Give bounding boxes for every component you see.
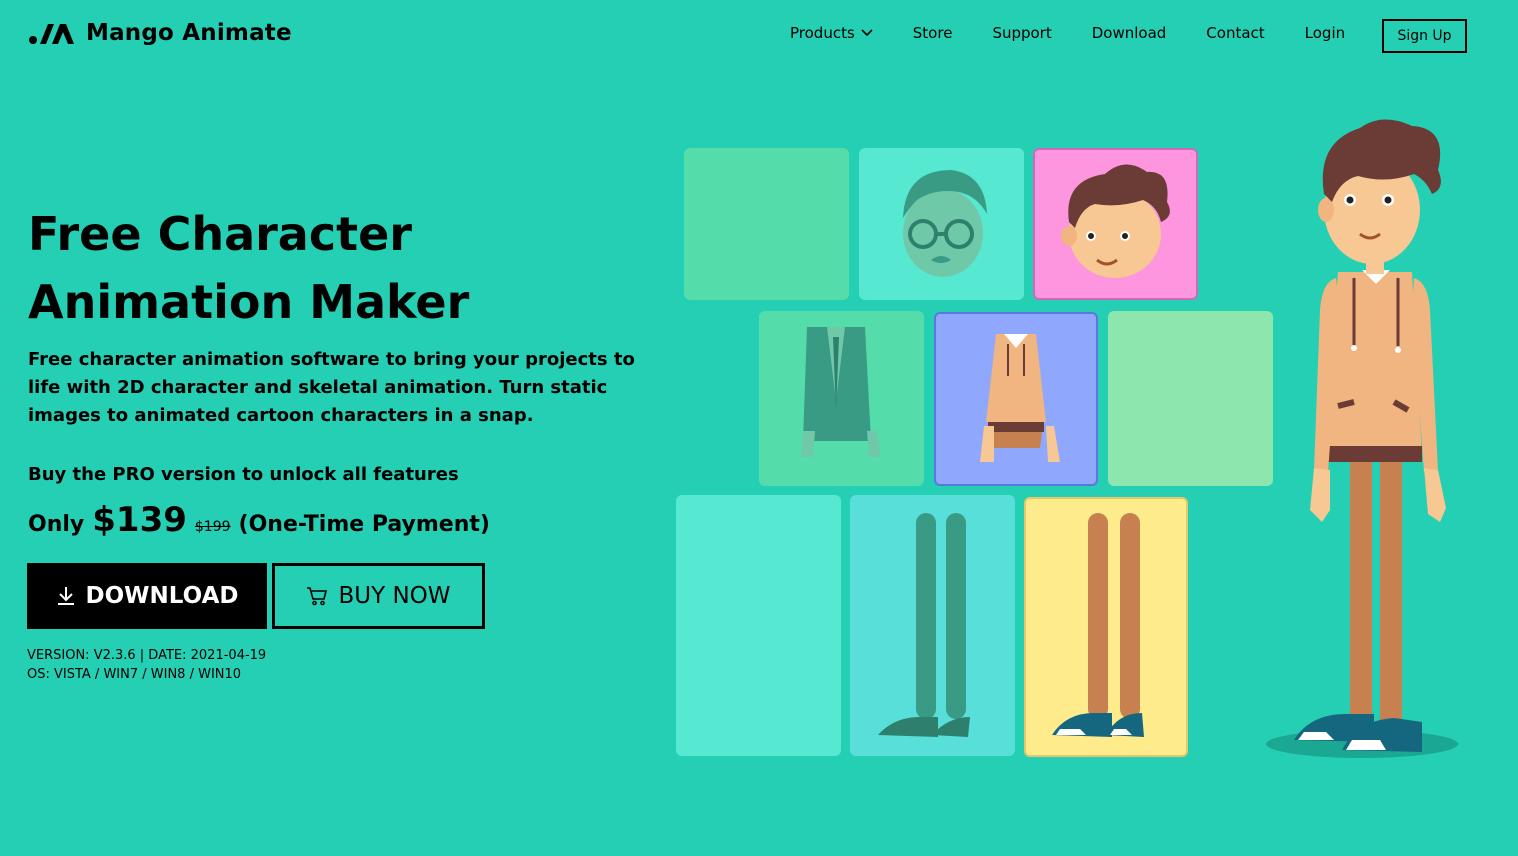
tile-head-boy <box>1033 148 1198 300</box>
nav-products-label: Products <box>790 24 855 42</box>
tile-body-sweater <box>934 312 1098 486</box>
price-prefix: Only <box>28 512 85 537</box>
old-price: $199 <box>194 519 231 535</box>
download-arrow-icon <box>57 587 74 605</box>
character-head-boy-image <box>1061 164 1170 278</box>
nav-contact[interactable]: Contact <box>1206 24 1264 42</box>
page-title: Free Character Animation Maker <box>28 207 470 329</box>
character-legs-suit-image <box>878 513 970 737</box>
pro-promo-text: Buy the PRO version to unlock all featur… <box>28 464 459 485</box>
brand-logo[interactable]: Mango Animate <box>28 18 292 48</box>
nav-login[interactable]: Login <box>1305 24 1345 42</box>
version-line: VERSION: V2.3.6 | DATE: 2021-04-19 <box>27 648 267 663</box>
download-button[interactable]: DOWNLOAD <box>27 563 267 629</box>
tile-body-suit <box>759 311 924 486</box>
nav-download[interactable]: Download <box>1092 24 1167 42</box>
character-body-suit-image <box>801 327 881 457</box>
version-info: VERSION: V2.3.6 | DATE: 2021-04-19 OS: V… <box>27 646 266 684</box>
nav-products[interactable]: Products <box>790 24 873 42</box>
nav-support[interactable]: Support <box>992 24 1051 42</box>
tile-legs-jeans <box>1024 497 1188 757</box>
main-nav: Products Store Support Download Contact … <box>790 24 1385 42</box>
buy-now-button[interactable]: BUY NOW <box>272 563 485 629</box>
character-body-sweater-image <box>980 334 1060 462</box>
tile-head-glasses <box>859 148 1024 300</box>
os-line: OS: VISTA / WIN7 / WIN8 / WIN10 <box>27 667 242 682</box>
nav-store[interactable]: Store <box>913 24 953 42</box>
brand-name: Mango Animate <box>86 20 292 46</box>
tile-blank-lightgreen <box>1108 311 1273 486</box>
price-line: Only $139 $199 (One-Time Payment) <box>28 500 490 540</box>
shopping-cart-icon <box>307 587 328 606</box>
buy-now-label: BUY NOW <box>338 583 451 609</box>
tile-blank-green <box>684 148 849 300</box>
current-price: $139 <box>92 500 187 540</box>
download-button-label: DOWNLOAD <box>85 583 239 609</box>
mango-logo-icon <box>29 24 74 44</box>
tile-legs-suit <box>850 495 1015 756</box>
hero-description: Free character animation software to bri… <box>28 349 635 426</box>
chevron-down-icon <box>861 29 873 37</box>
character-head-glasses-image <box>903 170 987 277</box>
sign-up-button[interactable]: Sign Up <box>1382 19 1467 53</box>
tile-blank-mint <box>676 495 841 756</box>
animated-character-image <box>1266 119 1458 758</box>
payment-note: (One-Time Payment) <box>238 512 490 537</box>
character-legs-pants-image <box>1052 513 1144 737</box>
